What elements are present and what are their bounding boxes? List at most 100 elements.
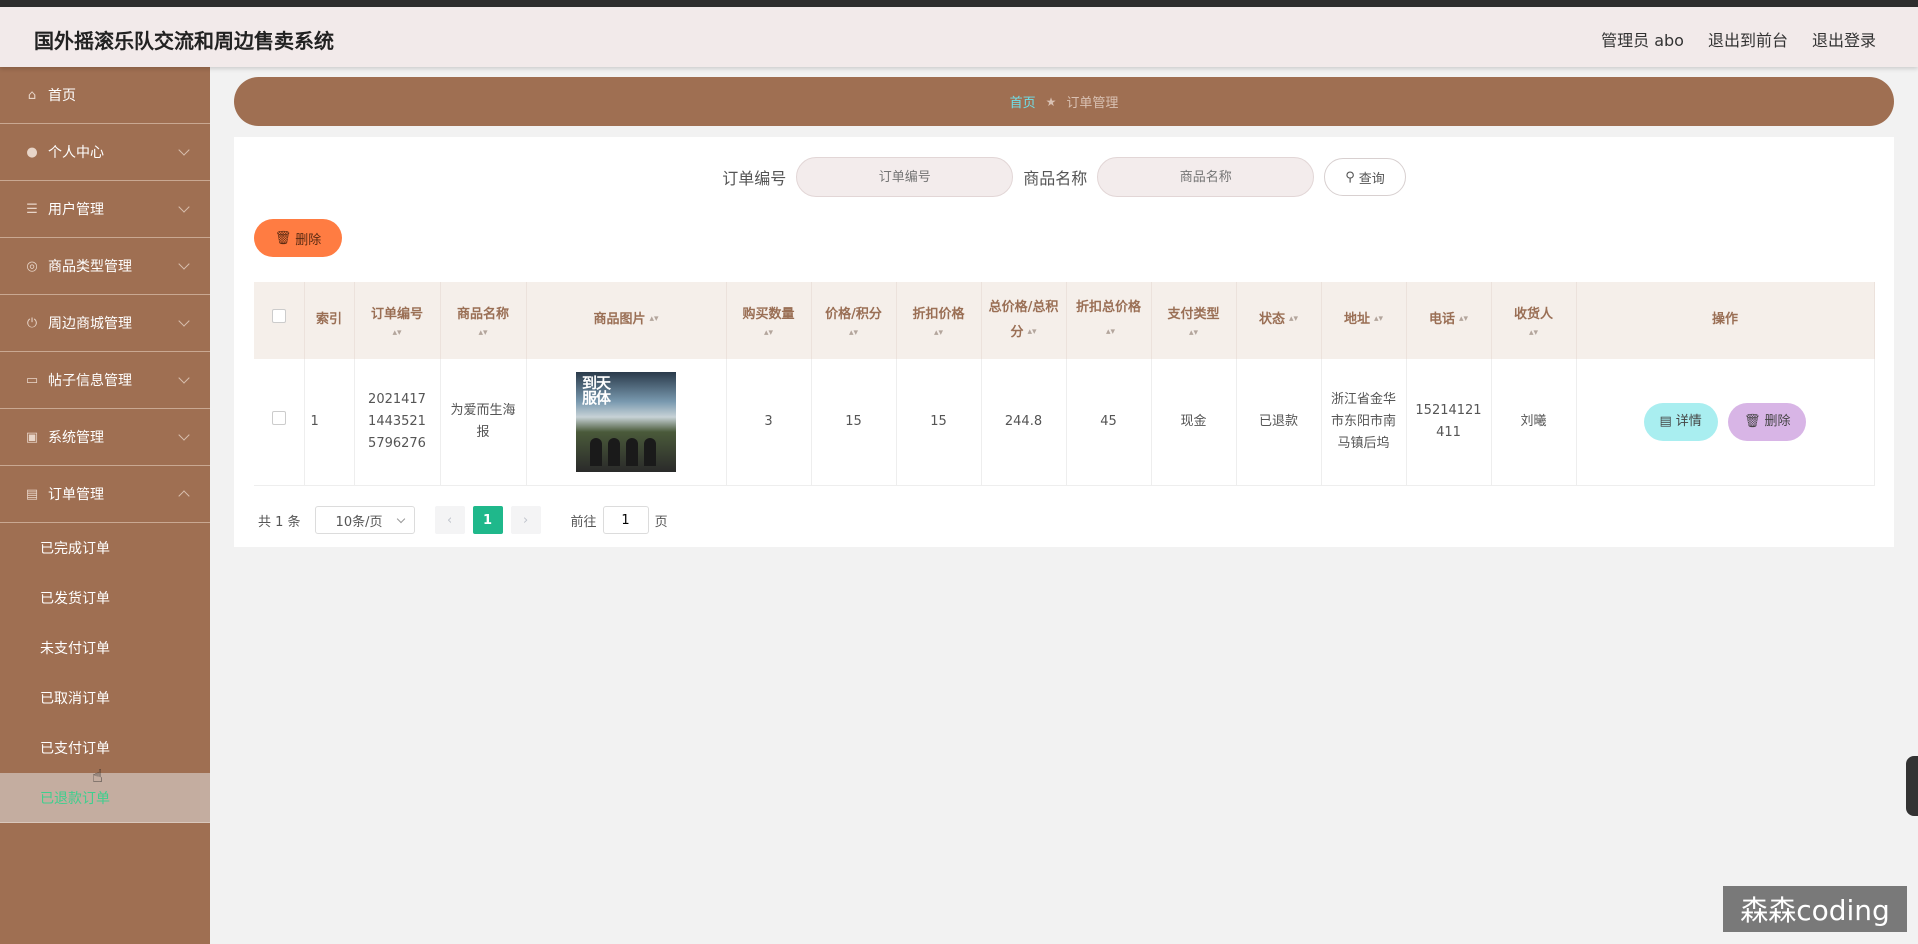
sidebar-item-label: 订单管理 [48, 487, 104, 503]
logout-link[interactable]: 退出登录 [1812, 27, 1876, 51]
sort-icon[interactable]: ▴▾ [818, 329, 890, 338]
col-actions: 操作 [1576, 282, 1875, 359]
star-icon: ★ [1045, 94, 1057, 109]
col-total-price[interactable]: 总价格/总积分 ▴▾ [981, 282, 1067, 359]
sort-icon[interactable]: ▴▾ [903, 329, 975, 338]
col-phone[interactable]: 电话 ▴▾ [1406, 282, 1492, 359]
col-label: 电话 [1428, 312, 1455, 328]
col-status[interactable]: 状态 ▴▾ [1236, 282, 1322, 359]
col-label: 商品图片 [593, 312, 646, 328]
col-label: 地址 [1343, 312, 1370, 328]
detail-button-label: 详情 [1675, 413, 1702, 429]
col-label: 状态 [1258, 312, 1285, 328]
sidebar-item-product-type[interactable]: ◎ 商品类型管理 [0, 238, 210, 295]
goto-prefix: 前往 [570, 514, 597, 530]
sort-icon[interactable]: ▴▾ [1498, 329, 1570, 338]
sidebar-subitem-paid[interactable]: 已支付订单 [0, 723, 210, 773]
cell-discount-total: 45 [1066, 359, 1152, 486]
col-address[interactable]: 地址 ▴▾ [1321, 282, 1407, 359]
watermark: 森森coding [1723, 886, 1907, 932]
chevron-right-icon: › [522, 512, 529, 528]
col-label: 总价格/总积分 [988, 299, 1059, 340]
cell-address: 浙江省金华市东阳市南马镇后坞 [1321, 359, 1407, 486]
order-table: 索引 订单编号 ▴▾ 商品名称 ▴▾ 商品图片 ▴▾ 购买数量 ▴▾ 价格/积分 ▴▾ 折… [254, 282, 1875, 486]
col-receiver[interactable]: 收货人 ▴▾ [1491, 282, 1577, 359]
col-product-name[interactable]: 商品名称 ▴▾ [440, 282, 527, 359]
sliders-icon: ☰ [26, 201, 38, 217]
product-name-input[interactable] [1097, 157, 1315, 197]
picture-icon: ▣ [25, 429, 39, 445]
col-quantity[interactable]: 购买数量 ▴▾ [726, 282, 812, 359]
sidebar-item-posts[interactable]: ▭ 帖子信息管理 [0, 352, 210, 409]
col-discount-total[interactable]: 折扣总价格 ▴▾ [1066, 282, 1152, 359]
sidebar-item-home[interactable]: ⌂ 首页 [0, 67, 210, 124]
detail-button[interactable]: ▤ 详情 [1643, 402, 1718, 441]
col-label: 商品名称 [456, 306, 509, 322]
cell-total-price: 244.8 [981, 359, 1067, 486]
page-number-current[interactable]: 1 [472, 506, 503, 534]
query-button[interactable]: ⚲ 查询 [1324, 158, 1406, 196]
col-product-image[interactable]: 商品图片 ▴▾ [526, 282, 727, 359]
cell-phone: 15214121411 [1406, 359, 1492, 486]
cell-product-image: 到天 服体 [526, 359, 727, 486]
sidebar-subitem-unpaid[interactable]: 未支付订单 [0, 623, 210, 673]
row-delete-button[interactable]: 🗑 删除 [1727, 402, 1807, 441]
sort-icon[interactable]: ▴▾ [649, 315, 658, 324]
sidebar-subitem-completed[interactable]: 已完成订单 [0, 523, 210, 573]
col-order-no[interactable]: 订单编号 ▴▾ [354, 282, 441, 359]
cell-quantity: 3 [726, 359, 812, 486]
row-delete-label: 删除 [1764, 413, 1791, 429]
col-pay-type[interactable]: 支付类型 ▴▾ [1151, 282, 1237, 359]
sort-icon[interactable]: ▴▾ [361, 329, 434, 338]
sidebar-item-system[interactable]: ▣ 系统管理 [0, 409, 210, 466]
order-panel: 订单编号 商品名称 ⚲ 查询 🗑 删除 索引 订单编号 [234, 137, 1894, 547]
app-header: 国外摇滚乐队交流和周边售卖系统 管理员 abo 退出到前台 退出登录 [0, 7, 1918, 67]
sort-icon[interactable]: ▴▾ [1106, 327, 1115, 337]
to-front-link[interactable]: 退出到前台 [1708, 27, 1788, 51]
sort-icon[interactable]: ▴▾ [733, 329, 805, 338]
page-size-select[interactable]: 10条/页 [314, 506, 415, 534]
sidebar-item-personal-center[interactable]: ● 个人中心 [0, 124, 210, 181]
breadcrumb-home[interactable]: 首页 [1010, 92, 1036, 111]
sidebar-item-user-management[interactable]: ☰ 用户管理 [0, 181, 210, 238]
sort-icon[interactable]: ▴▾ [1158, 329, 1230, 338]
sort-icon[interactable]: ▴▾ [1459, 315, 1468, 324]
sidebar-item-label: 周边商城管理 [48, 316, 132, 332]
next-page-button[interactable]: › [510, 506, 541, 534]
side-edge-tab[interactable] [1906, 756, 1918, 816]
col-discount-price[interactable]: 折扣价格 ▴▾ [896, 282, 982, 359]
table-row: 1 2021417 1443521 5796276 为爱而生海报 到天 服体 3… [254, 359, 1875, 486]
sidebar-subitem-shipped[interactable]: 已发货订单 [0, 573, 210, 623]
home-icon: ⌂ [27, 87, 37, 103]
sidebar-subitem-refunded[interactable]: 已退款订单 [0, 773, 210, 823]
select-all-checkbox[interactable] [254, 282, 305, 359]
batch-delete-label: 删除 [295, 232, 322, 248]
header-actions: 管理员 abo 退出到前台 退出登录 [1601, 27, 1876, 51]
sidebar-item-label: 系统管理 [48, 430, 104, 446]
cell-order-no-text: 2021417 1443521 5796276 [368, 391, 426, 451]
sort-icon[interactable]: ▴▾ [1289, 315, 1298, 324]
cell-order-no: 2021417 1443521 5796276 [354, 359, 441, 486]
sidebar-item-label: 首页 [48, 88, 76, 104]
sort-icon[interactable]: ▴▾ [1374, 315, 1383, 324]
batch-delete-button[interactable]: 🗑 删除 [254, 219, 342, 257]
row-checkbox[interactable] [254, 359, 305, 486]
order-no-input[interactable] [796, 157, 1014, 197]
sidebar-item-merch-store[interactable]: ⏻ 周边商城管理 [0, 295, 210, 352]
product-image[interactable]: 到天 服体 [576, 371, 676, 472]
search-bar: 订单编号 商品名称 ⚲ 查询 [234, 157, 1894, 197]
prev-page-button[interactable]: ‹ [434, 506, 465, 534]
sidebar-subitem-cancelled[interactable]: 已取消订单 [0, 673, 210, 723]
sidebar-item-orders[interactable]: ▤ 订单管理 [0, 466, 210, 523]
goto-page-input[interactable] [602, 506, 649, 534]
monitor-icon: ▭ [25, 372, 39, 388]
pagination: 共 1 条 10条/页 ‹ 1 › 前往 页 [258, 506, 668, 534]
breadcrumb-current: 订单管理 [1066, 96, 1119, 111]
sort-icon[interactable]: ▴▾ [447, 329, 520, 338]
sort-icon[interactable]: ▴▾ [1027, 327, 1036, 337]
col-label: 订单编号 [370, 306, 423, 322]
col-label: 折扣价格 [912, 306, 965, 322]
col-label: 价格/积分 [825, 306, 882, 322]
col-price[interactable]: 价格/积分 ▴▾ [811, 282, 897, 359]
query-button-label: 查询 [1358, 171, 1385, 187]
